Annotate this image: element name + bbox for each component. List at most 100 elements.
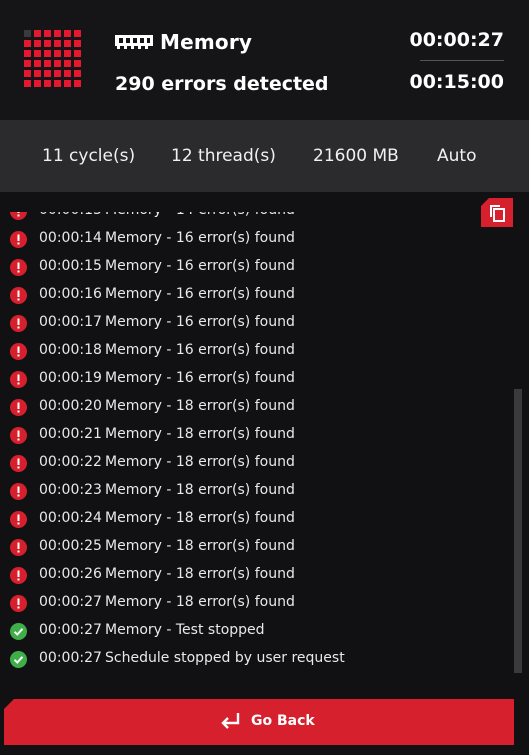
logo-cell	[54, 80, 61, 87]
log-message: Memory - 16 error(s) found	[105, 370, 295, 386]
errors-detected-text: 290 errors detected	[115, 73, 329, 95]
logo-cell	[44, 60, 51, 67]
stats-bar: 11 cycle(s) 12 thread(s) 21600 MB Auto	[0, 120, 529, 192]
elapsed-timer: 00:00:27	[409, 29, 504, 51]
log-message: Memory - 18 error(s) found	[105, 566, 295, 582]
memory-icon	[115, 35, 153, 49]
logo-cell	[64, 40, 71, 47]
log-scrollbar-thumb[interactable]	[514, 389, 522, 673]
threads-stat: 12 thread(s)	[171, 146, 276, 166]
error-icon	[10, 483, 27, 500]
log-time: 00:00:19	[39, 370, 102, 386]
log-time: 00:00:27	[39, 650, 102, 666]
return-arrow-icon	[221, 713, 240, 729]
header: Memory 290 errors detected 00:00:27 00:1…	[0, 0, 529, 120]
logo-cell	[34, 60, 41, 67]
log-time: 00:00:14	[39, 230, 102, 246]
logo-cell	[54, 30, 61, 37]
error-icon	[10, 231, 27, 248]
logo-cell	[24, 40, 31, 47]
error-icon	[10, 371, 27, 388]
log-time: 00:00:24	[39, 510, 102, 526]
log-entry: 00:00:23 Memory - 18 error(s) found	[0, 477, 500, 505]
log-time: 00:00:26	[39, 566, 102, 582]
error-icon	[10, 343, 27, 360]
log-message: Memory - 18 error(s) found	[105, 510, 295, 526]
logo-cell	[24, 70, 31, 77]
error-icon	[10, 455, 27, 472]
error-icon	[10, 595, 27, 612]
log-time: 00:00:20	[39, 398, 102, 414]
logo-cell	[54, 40, 61, 47]
log-message: Memory - 18 error(s) found	[105, 426, 295, 442]
logo-cell	[74, 60, 81, 67]
log-time: 00:00:16	[39, 286, 102, 302]
log-time: 00:00:25	[39, 538, 102, 554]
logo-cell	[34, 40, 41, 47]
log-message: Memory - 18 error(s) found	[105, 538, 295, 554]
logo-cell	[44, 40, 51, 47]
logo-cell	[34, 30, 41, 37]
app-logo-icon	[24, 30, 86, 92]
log-message: Memory - 18 error(s) found	[105, 398, 295, 414]
log-entry: 00:00:14 Memory - 16 error(s) found	[0, 225, 500, 253]
log-time: 00:00:23	[39, 482, 102, 498]
log-time: 00:00:22	[39, 454, 102, 470]
log-entry: 00:00:16 Memory - 16 error(s) found	[0, 281, 500, 309]
error-icon	[10, 315, 27, 332]
logo-cell	[74, 80, 81, 87]
log-entry: 00:00:19 Memory - 16 error(s) found	[0, 365, 500, 393]
logo-cell	[44, 70, 51, 77]
go-back-label: Go Back	[251, 713, 315, 729]
log-message: Memory - 16 error(s) found	[105, 342, 295, 358]
copy-icon	[490, 205, 505, 222]
log-time: 00:00:13	[39, 212, 102, 218]
logo-cell	[44, 30, 51, 37]
logo-cell	[24, 30, 31, 37]
log-entry: 00:00:27 Memory - 18 error(s) found	[0, 589, 500, 617]
log-message: Memory - 18 error(s) found	[105, 454, 295, 470]
copy-log-button[interactable]	[481, 198, 513, 227]
logo-cell	[54, 60, 61, 67]
memory-size-stat: 21600 MB	[313, 146, 399, 166]
log-entry: 00:00:15 Memory - 16 error(s) found	[0, 253, 500, 281]
page-title: Memory	[160, 30, 253, 54]
logo-cell	[74, 30, 81, 37]
go-back-button[interactable]: Go Back	[4, 699, 514, 745]
log-entry: 00:00:21 Memory - 18 error(s) found	[0, 421, 500, 449]
log-message: Memory - 14 error(s) found	[105, 212, 295, 218]
logo-cell	[64, 50, 71, 57]
log-entry: 00:00:24 Memory - 18 error(s) found	[0, 505, 500, 533]
logo-cell	[64, 30, 71, 37]
log-message: Memory - 18 error(s) found	[105, 482, 295, 498]
log-message: Memory - 16 error(s) found	[105, 314, 295, 330]
logo-cell	[54, 50, 61, 57]
logo-cell	[74, 50, 81, 57]
error-icon	[10, 511, 27, 528]
total-timer: 00:15:00	[409, 71, 504, 93]
mode-stat: Auto	[437, 146, 477, 166]
logo-cell	[64, 60, 71, 67]
log-time: 00:00:21	[39, 426, 102, 442]
logo-cell	[54, 70, 61, 77]
log-time: 00:00:17	[39, 314, 102, 330]
log-time: 00:00:15	[39, 258, 102, 274]
logo-cell	[24, 60, 31, 67]
logo-cell	[64, 80, 71, 87]
log-message: Schedule stopped by user request	[105, 650, 345, 666]
log-list[interactable]: 00:00:13Memory - 14 error(s) found 00:00:…	[0, 212, 510, 688]
error-icon	[10, 399, 27, 416]
logo-cell	[24, 80, 31, 87]
logo-cell	[44, 80, 51, 87]
log-message: Memory - 16 error(s) found	[105, 230, 295, 246]
logo-cell	[34, 70, 41, 77]
error-icon	[10, 259, 27, 276]
logo-cell	[34, 50, 41, 57]
logo-cell	[24, 50, 31, 57]
error-icon	[10, 567, 27, 584]
error-icon	[10, 287, 27, 304]
log-entry: 00:00:17 Memory - 16 error(s) found	[0, 309, 500, 337]
logo-cell	[34, 80, 41, 87]
logo-cell	[74, 40, 81, 47]
log-entry: 00:00:26 Memory - 18 error(s) found	[0, 561, 500, 589]
